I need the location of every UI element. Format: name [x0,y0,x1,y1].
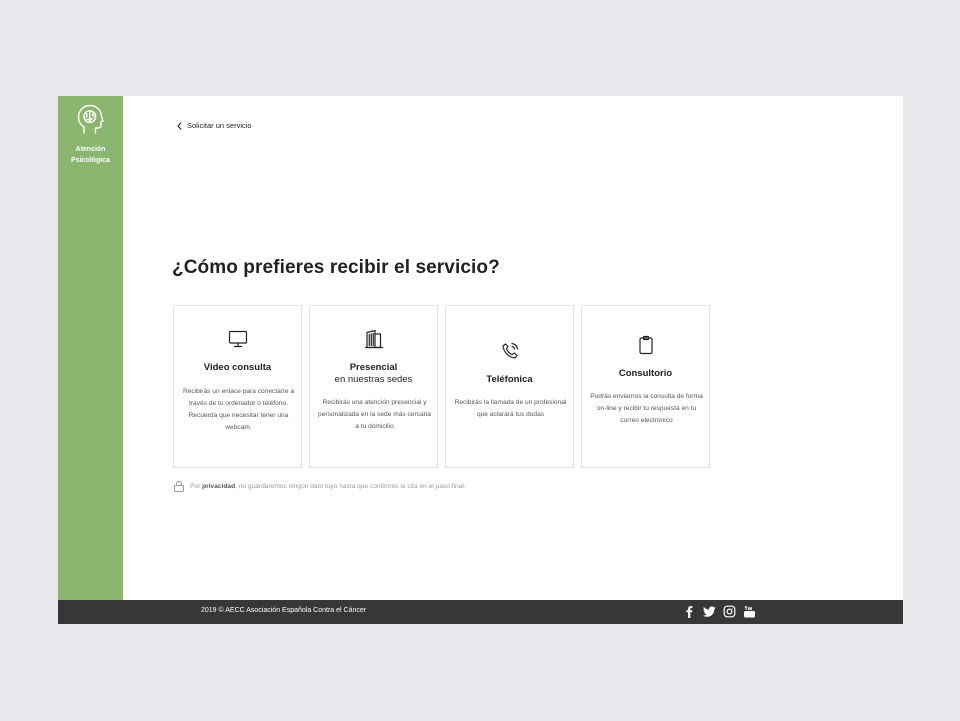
social-links [683,605,756,618]
card-description: Recibirás un enlace para conectarte a tr… [182,388,295,431]
twitter-icon[interactable] [703,605,716,618]
youtube-icon[interactable] [743,605,756,618]
option-card-presencial[interactable]: Presencial en nuestras sedes Recibirás u… [309,305,438,468]
option-card-consultorio[interactable]: Consultorio Podrás enviarnos la consulta… [581,305,710,468]
card-title: Teléfonica [486,374,533,385]
head-brain-icon [76,103,104,135]
card-subtitle: en nuestras sedes [334,374,413,385]
facebook-icon[interactable] [683,605,696,618]
brand-label: Atención Psicológica [71,146,110,164]
footer: 2019 © AECC Asociación Española Contra e… [58,600,903,624]
instagram-icon[interactable] [723,605,736,618]
clipboard-icon [582,335,709,355]
monitor-icon [174,329,301,349]
sidebar: Atención Psicológica [58,96,123,600]
building-icon [310,329,437,349]
card-title: Presencial [349,362,398,373]
card-title: Video consulta [203,362,272,373]
privacy-text: Por privacidad, no guardaremos ningún da… [190,482,466,490]
card-description: Recibirás la llamada de un profesional q… [454,399,567,418]
phone-call-icon [446,341,573,361]
back-link-label: Solicitar un servicio [187,121,252,130]
card-title: Consultorio [618,368,673,379]
lock-icon [174,480,184,492]
app-frame: Atención Psicológica Solicitar un servic… [58,96,903,624]
card-description: Podrás enviarnos la consulta de forma on… [590,393,703,424]
card-description: Recibirás una atención presencial y pers… [318,399,431,430]
privacy-note: Por privacidad, no guardaremos ningún da… [173,480,466,492]
chevron-left-icon [177,121,182,130]
option-card-telefonica[interactable]: Teléfonica Recibirás la llamada de un pr… [445,305,574,468]
back-link[interactable]: Solicitar un servicio [176,121,252,130]
option-card-video[interactable]: Video consulta Recibirás un enlace para … [173,305,302,468]
copyright-text: 2019 © AECC Asociación Española Contra e… [201,607,367,614]
page-title: ¿Cómo prefieres recibir el servicio? [172,257,500,278]
